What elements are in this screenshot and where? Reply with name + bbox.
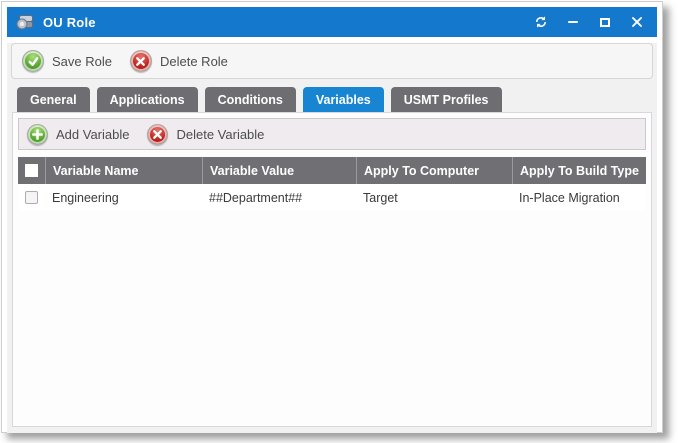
minimize-icon[interactable]: [565, 14, 581, 30]
table-row[interactable]: Engineering ##Department## Target In-Pla…: [18, 184, 646, 211]
add-icon: [27, 124, 48, 145]
cell-apply-to-build-type: In-Place Migration: [512, 191, 646, 205]
table-header: Variable Name Variable Value Apply To Co…: [18, 157, 646, 184]
save-role-button[interactable]: Save Role: [22, 50, 112, 72]
delete-variable-label: Delete Variable: [176, 127, 264, 142]
save-icon: [22, 50, 44, 72]
column-header-variable-value[interactable]: Variable Value: [202, 157, 356, 184]
refresh-icon[interactable]: [533, 14, 549, 30]
maximize-icon[interactable]: [597, 14, 613, 30]
delete-icon: [147, 124, 168, 145]
column-header-variable-name[interactable]: Variable Name: [45, 157, 202, 184]
tab-variables[interactable]: Variables: [303, 87, 384, 112]
tab-applications[interactable]: Applications: [97, 87, 198, 112]
column-header-apply-to-computer[interactable]: Apply To Computer: [356, 157, 512, 184]
cell-variable-name: Engineering: [45, 191, 202, 205]
delete-variable-button[interactable]: Delete Variable: [147, 124, 264, 145]
add-variable-label: Add Variable: [56, 127, 129, 142]
tab-bar: General Applications Conditions Variable…: [17, 87, 653, 112]
row-checkbox[interactable]: [18, 191, 45, 204]
role-toolbar: Save Role Delete Role: [11, 43, 653, 79]
delete-role-label: Delete Role: [160, 54, 228, 69]
cell-variable-value: ##Department##: [202, 191, 356, 205]
tab-general[interactable]: General: [17, 87, 90, 112]
add-variable-button[interactable]: Add Variable: [27, 124, 129, 145]
ou-role-window: OU Role: [1, 1, 663, 433]
window-controls: [533, 14, 645, 30]
window-content: Save Role Delete Role General Applicatio…: [7, 43, 657, 433]
screen: OU Role: [0, 0, 678, 443]
delete-role-button[interactable]: Delete Role: [130, 50, 228, 72]
app-icon: [15, 13, 35, 31]
column-header-apply-to-build-type[interactable]: Apply To Build Type: [512, 157, 646, 184]
select-all-checkbox[interactable]: [18, 157, 45, 184]
variables-toolbar: Add Variable Delete Variable: [18, 118, 646, 150]
cell-apply-to-computer: Target: [356, 191, 512, 205]
window-title: OU Role: [43, 15, 96, 30]
variables-tab-panel: Add Variable Delete Variable Vari: [12, 112, 652, 427]
titlebar: OU Role: [7, 7, 657, 37]
save-role-label: Save Role: [52, 54, 112, 69]
tab-conditions[interactable]: Conditions: [205, 87, 296, 112]
tab-usmt-profiles[interactable]: USMT Profiles: [391, 87, 502, 112]
close-icon[interactable]: [629, 14, 645, 30]
delete-icon: [130, 50, 152, 72]
